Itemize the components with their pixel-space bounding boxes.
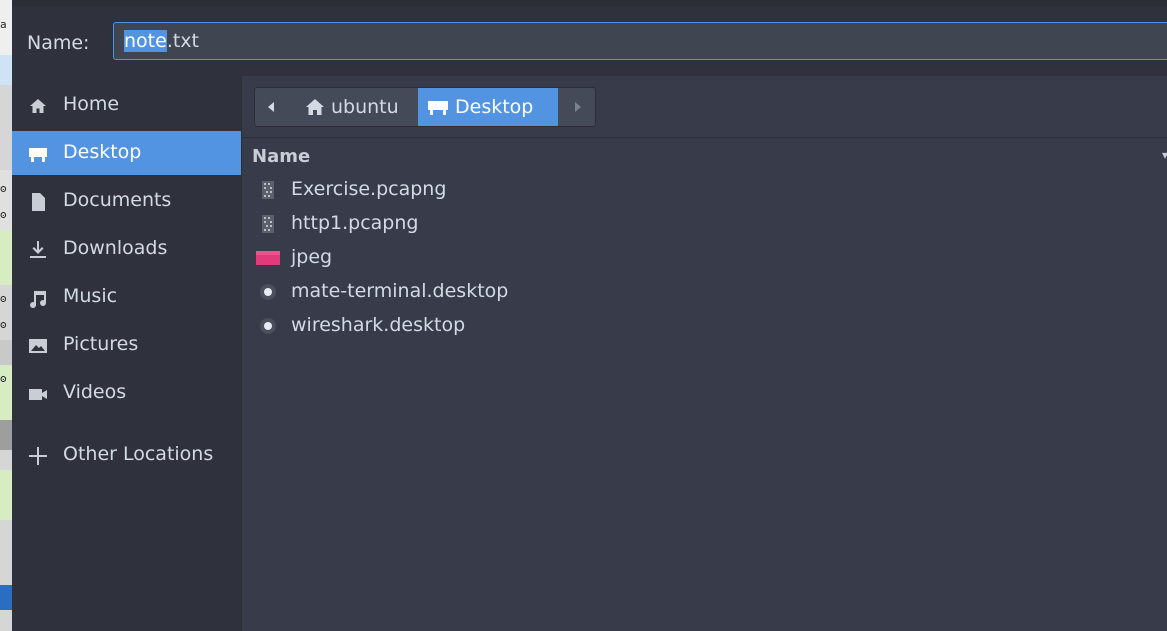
file-row-wireshark-desktop[interactable]: wireshark.desktop bbox=[242, 309, 1167, 343]
chevron-left-icon bbox=[268, 102, 274, 112]
list-header-divider bbox=[242, 137, 1167, 138]
sidebar-item-home[interactable]: Home bbox=[12, 83, 241, 127]
file-name: Exercise.pcapng bbox=[291, 178, 447, 200]
sidebar-item-documents[interactable]: Documents bbox=[12, 179, 241, 223]
sidebar-item-label: Documents bbox=[63, 189, 172, 211]
file-row-mate-terminal-desktop[interactable]: mate-terminal.desktop bbox=[242, 275, 1167, 309]
sidebar-item-label: Pictures bbox=[63, 333, 139, 355]
path-forward-button[interactable] bbox=[560, 88, 595, 126]
path-segment-label: Desktop bbox=[455, 96, 534, 118]
filename-selected-text: note bbox=[124, 30, 167, 52]
desktop-launcher-icon bbox=[260, 284, 276, 300]
file-name: http1.pcapng bbox=[291, 212, 419, 234]
sidebar-item-label: Music bbox=[63, 285, 118, 307]
home-icon bbox=[30, 99, 46, 113]
image-file-icon bbox=[256, 251, 280, 265]
file-row-exercise-pcapng[interactable]: Exercise.pcapng bbox=[242, 173, 1167, 207]
name-label: Name: bbox=[27, 32, 90, 54]
chevron-right-icon bbox=[575, 102, 581, 112]
path-segment-label: ubuntu bbox=[331, 96, 399, 118]
desktop-launcher-icon bbox=[260, 318, 276, 334]
desktop-icon bbox=[428, 101, 448, 115]
sidebar-item-label: Desktop bbox=[63, 141, 142, 163]
sidebar-item-label: Downloads bbox=[63, 237, 168, 259]
sidebar-item-videos[interactable]: Videos bbox=[12, 371, 241, 415]
file-name: jpeg bbox=[291, 246, 333, 268]
filename-header: Name: note.txt bbox=[12, 6, 1167, 76]
sidebar-item-pictures[interactable]: Pictures bbox=[12, 323, 241, 367]
column-header-name[interactable]: Name bbox=[252, 146, 310, 167]
home-icon bbox=[306, 99, 324, 115]
background-window-strip: a ʘ ʘ ʘ ʘ ʘ bbox=[0, 0, 12, 631]
sidebar-item-music[interactable]: Music bbox=[12, 275, 241, 319]
file-row-http1-pcapng[interactable]: http1.pcapng bbox=[242, 207, 1167, 241]
document-icon bbox=[32, 193, 45, 211]
sidebar-item-label: Other Locations bbox=[63, 443, 214, 465]
pictures-icon bbox=[29, 339, 47, 353]
sidebar-item-label: Home bbox=[63, 93, 120, 115]
path-segment-ubuntu[interactable]: ubuntu bbox=[289, 88, 415, 126]
file-name: wireshark.desktop bbox=[291, 314, 466, 336]
filename-extension-text: .txt bbox=[166, 30, 199, 52]
file-browser-pane: ubuntu Desktop Name ▾ Exercise.pcapng ht… bbox=[242, 76, 1167, 631]
sidebar-item-label: Videos bbox=[63, 381, 127, 403]
sidebar-item-desktop[interactable]: Desktop bbox=[12, 131, 241, 175]
path-back-button[interactable] bbox=[255, 88, 287, 126]
sidebar-item-other-locations[interactable]: Other Locations bbox=[12, 433, 241, 477]
file-name: mate-terminal.desktop bbox=[291, 280, 509, 302]
pcap-file-icon bbox=[262, 181, 274, 199]
sidebar-item-downloads[interactable]: Downloads bbox=[12, 227, 241, 271]
save-file-dialog: Name: note.txt Home Desktop Documents Do… bbox=[12, 0, 1167, 631]
download-icon bbox=[30, 241, 46, 258]
pcap-file-icon bbox=[262, 215, 274, 233]
file-row-jpeg[interactable]: jpeg bbox=[242, 241, 1167, 275]
plus-icon bbox=[29, 447, 47, 465]
sort-arrow-icon[interactable]: ▾ bbox=[1162, 148, 1167, 162]
path-segment-desktop[interactable]: Desktop bbox=[418, 88, 558, 126]
filename-input[interactable]: note.txt bbox=[113, 22, 1167, 60]
music-icon bbox=[30, 291, 47, 309]
video-icon bbox=[29, 389, 47, 400]
desktop-icon bbox=[29, 148, 47, 162]
places-sidebar: Home Desktop Documents Downloads Music P… bbox=[12, 76, 241, 631]
path-bar: ubuntu Desktop bbox=[254, 87, 596, 127]
